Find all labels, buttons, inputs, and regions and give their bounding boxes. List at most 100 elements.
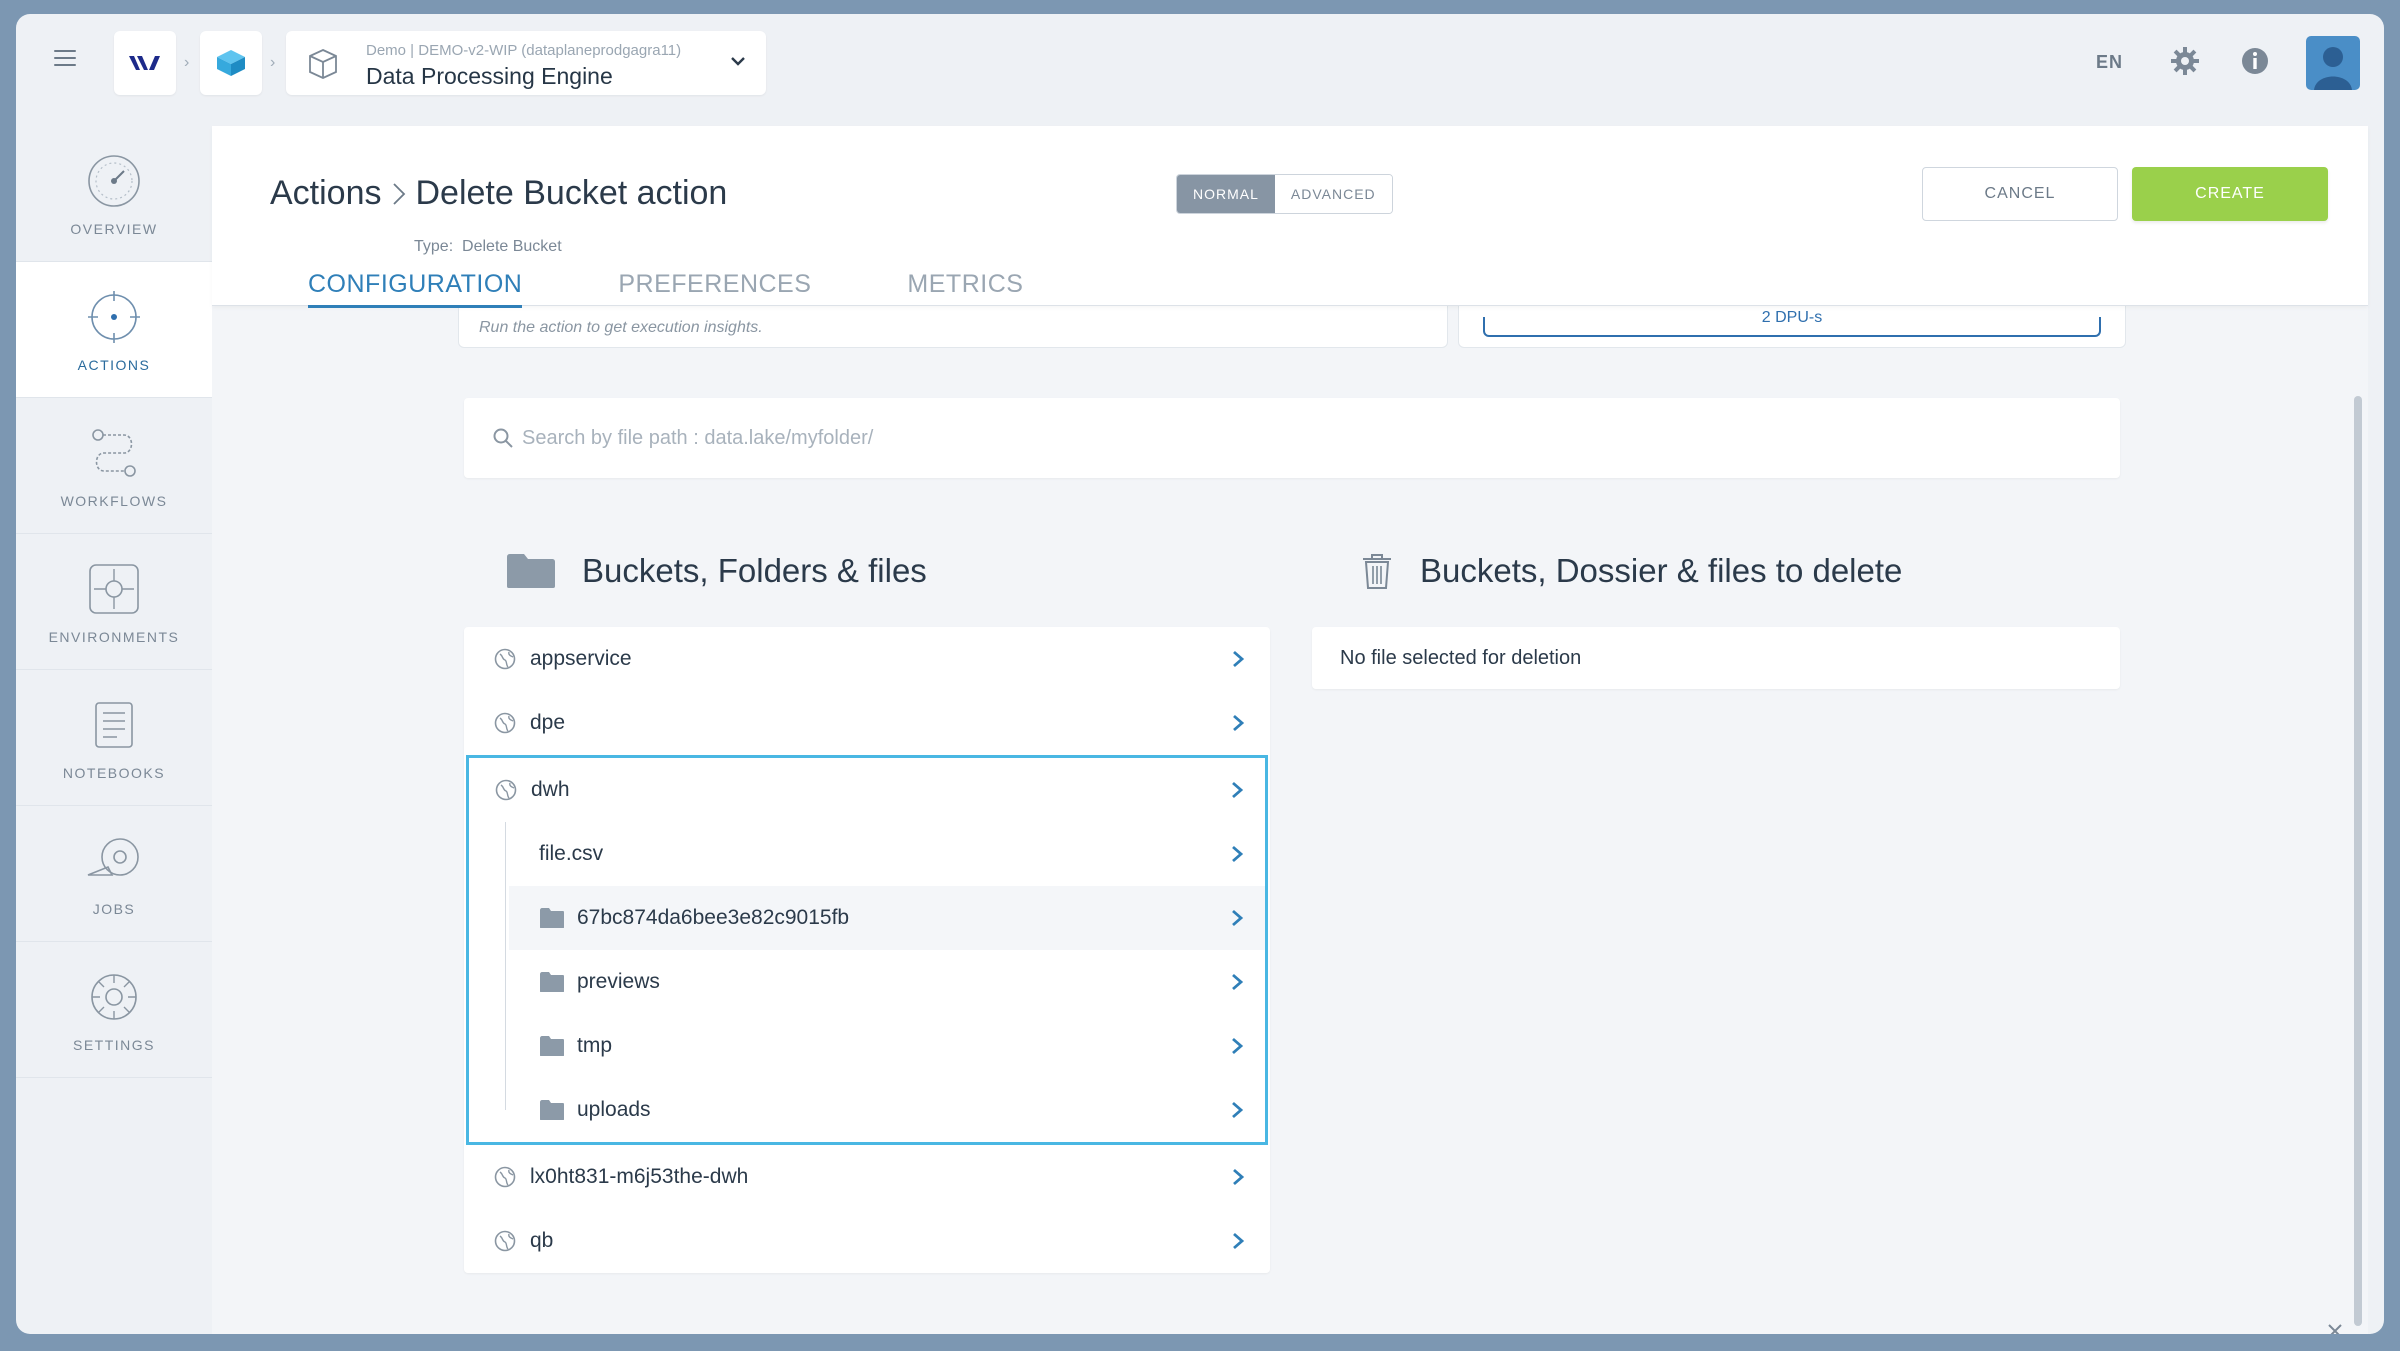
mode-toggle: NORMAL ADVANCED bbox=[1176, 174, 1393, 214]
sidebar-label: ACTIONS bbox=[77, 356, 151, 373]
action-type-value: Delete Bucket bbox=[462, 238, 562, 255]
settings-gear-icon bbox=[91, 973, 137, 1020]
trash-icon bbox=[1363, 554, 1391, 589]
breadcrumb-actions-link[interactable]: Actions bbox=[270, 174, 382, 213]
file-search-bar bbox=[464, 398, 2120, 478]
project-button[interactable] bbox=[200, 31, 262, 95]
execution-insights-text: Run the action to get execution insights… bbox=[479, 319, 763, 336]
jobs-icon bbox=[87, 837, 139, 876]
bucket-row-dpe[interactable]: dpe bbox=[464, 691, 1270, 755]
chevron-right-icon[interactable] bbox=[1227, 908, 1247, 928]
sidebar-item-environments[interactable]: ENVIRONMENTS bbox=[16, 534, 212, 670]
bucket-row-qb[interactable]: qb bbox=[464, 1209, 1270, 1273]
chevron-right-icon[interactable] bbox=[1228, 649, 1248, 669]
folder-row-previews[interactable]: previews bbox=[509, 950, 1265, 1014]
delete-title: Buckets, Dossier & files to delete bbox=[1420, 552, 1903, 589]
context-path: Demo | DEMO-v2-WIP (dataplaneprodgagra11… bbox=[366, 42, 682, 59]
bucket-name: qb bbox=[530, 1229, 554, 1252]
brand-logo-button[interactable] bbox=[114, 31, 176, 95]
folder-row-67bc[interactable]: 67bc874da6bee3e82c9015fb bbox=[509, 886, 1265, 950]
breadcrumb-chevron-icon: › bbox=[270, 54, 276, 71]
folder-row-uploads[interactable]: uploads bbox=[509, 1078, 1265, 1142]
environments-icon bbox=[89, 563, 139, 614]
menu-icon[interactable] bbox=[54, 50, 76, 66]
tab-preferences[interactable]: PREFERENCES bbox=[618, 270, 811, 308]
sidebar-label: ENVIRONMENTS bbox=[48, 628, 180, 645]
sidebar-label: OVERVIEW bbox=[70, 220, 158, 237]
bucket-tree: appservice dpe dwh file.csv 67bc874da6be… bbox=[464, 627, 1270, 1273]
chevron-right-icon[interactable] bbox=[1227, 972, 1247, 992]
sidebar-item-workflows[interactable]: WORKFLOWS bbox=[16, 398, 212, 534]
sidebar-item-actions[interactable]: ACTIONS bbox=[16, 262, 216, 398]
search-icon bbox=[493, 428, 513, 448]
close-icon[interactable] bbox=[2326, 1322, 2344, 1334]
cancel-button[interactable]: CANCEL bbox=[1922, 167, 2118, 221]
chevron-down-icon bbox=[731, 57, 745, 66]
globe-icon bbox=[494, 712, 516, 734]
tree-connector-line bbox=[505, 822, 506, 1110]
action-type: Type: Delete Bucket bbox=[414, 238, 562, 256]
language-selector[interactable]: EN bbox=[2096, 52, 2123, 73]
folder-name: uploads bbox=[577, 1098, 651, 1121]
bucket-name: lx0ht831-m6j53the-dwh bbox=[530, 1165, 749, 1188]
action-header: Actions Delete Bucket action Type: Delet… bbox=[212, 126, 2368, 308]
chevron-right-icon[interactable] bbox=[1227, 780, 1247, 800]
chevron-right-icon[interactable] bbox=[1227, 1036, 1247, 1056]
breadcrumb: Actions Delete Bucket action bbox=[270, 174, 727, 213]
browser-title: Buckets, Folders & files bbox=[582, 552, 927, 589]
globe-icon bbox=[495, 779, 517, 801]
folder-icon bbox=[540, 908, 564, 928]
project-cubes-icon bbox=[217, 50, 245, 76]
sidebar-item-overview[interactable]: OVERVIEW bbox=[16, 126, 212, 262]
engine-box-icon bbox=[309, 49, 337, 79]
notebooks-icon bbox=[95, 701, 133, 748]
action-type-label: Type: bbox=[414, 238, 454, 255]
sidebar-item-notebooks[interactable]: NOTEBOOKS bbox=[16, 670, 212, 806]
info-icon[interactable] bbox=[2238, 44, 2272, 78]
chevron-right-icon[interactable] bbox=[1227, 844, 1247, 864]
folder-row-tmp[interactable]: tmp bbox=[509, 1014, 1265, 1078]
sidebar-label: NOTEBOOKS bbox=[62, 764, 166, 781]
chevron-right-icon[interactable] bbox=[1227, 1100, 1247, 1120]
tab-metrics[interactable]: METRICS bbox=[907, 270, 1023, 308]
context-selector[interactable]: Demo | DEMO-v2-WIP (dataplaneprodgagra11… bbox=[286, 31, 766, 95]
folder-name: tmp bbox=[577, 1034, 613, 1057]
sidebar-label: SETTINGS bbox=[72, 1036, 155, 1053]
sidebar-item-jobs[interactable]: JOBS bbox=[16, 806, 212, 942]
bucket-row-dwh[interactable]: dwh bbox=[469, 758, 1265, 822]
bucket-name: dpe bbox=[530, 711, 566, 734]
folder-icon bbox=[540, 1036, 564, 1056]
bucket-row-lx0ht831[interactable]: lx0ht831-m6j53the-dwh bbox=[464, 1145, 1270, 1209]
chevron-right-icon[interactable] bbox=[1228, 713, 1248, 733]
folder-icon bbox=[540, 972, 564, 992]
chevron-right-icon[interactable] bbox=[1228, 1167, 1248, 1187]
sidebar-label: WORKFLOWS bbox=[60, 492, 168, 509]
vertical-scrollbar[interactable] bbox=[2354, 396, 2362, 1326]
bucket-row-appservice[interactable]: appservice bbox=[464, 627, 1270, 691]
sidebar-item-settings[interactable]: SETTINGS bbox=[16, 942, 212, 1078]
context-name: Data Processing Engine bbox=[366, 63, 613, 89]
globe-icon bbox=[494, 1230, 516, 1252]
folder-name: 67bc874da6bee3e82c9015fb bbox=[577, 906, 850, 929]
folder-name: previews bbox=[577, 970, 660, 993]
bucket-name: appservice bbox=[530, 647, 632, 670]
deletion-list: No file selected for deletion bbox=[1312, 627, 2120, 689]
mode-normal-button[interactable]: NORMAL bbox=[1177, 175, 1275, 213]
file-search-input[interactable] bbox=[522, 426, 2022, 450]
chevron-right-icon[interactable] bbox=[1228, 1231, 1248, 1251]
dpu-selector[interactable]: 2 DPU-s bbox=[1483, 309, 2101, 337]
expanded-bucket-dwh: dwh file.csv 67bc874da6bee3e82c9015fb pr… bbox=[466, 755, 1268, 1145]
overview-gauge-icon bbox=[88, 154, 140, 207]
deletion-empty-text: No file selected for deletion bbox=[1340, 646, 1582, 669]
dpu-value: 2 DPU-s bbox=[1761, 309, 1823, 326]
create-button[interactable]: CREATE bbox=[2132, 167, 2328, 221]
globe-icon bbox=[494, 648, 516, 670]
settings-gear-icon[interactable] bbox=[2168, 44, 2202, 78]
tab-configuration[interactable]: CONFIGURATION bbox=[308, 270, 523, 308]
top-bar: › › Demo | DEMO-v2-WIP (dataplaneprodgag… bbox=[16, 14, 2384, 110]
mode-advanced-button[interactable]: ADVANCED bbox=[1274, 175, 1392, 213]
bucket-name: dwh bbox=[531, 778, 570, 801]
user-avatar[interactable] bbox=[2306, 36, 2360, 90]
user-avatar-icon bbox=[2314, 47, 2352, 90]
file-row-file-csv[interactable]: file.csv bbox=[509, 822, 1265, 886]
